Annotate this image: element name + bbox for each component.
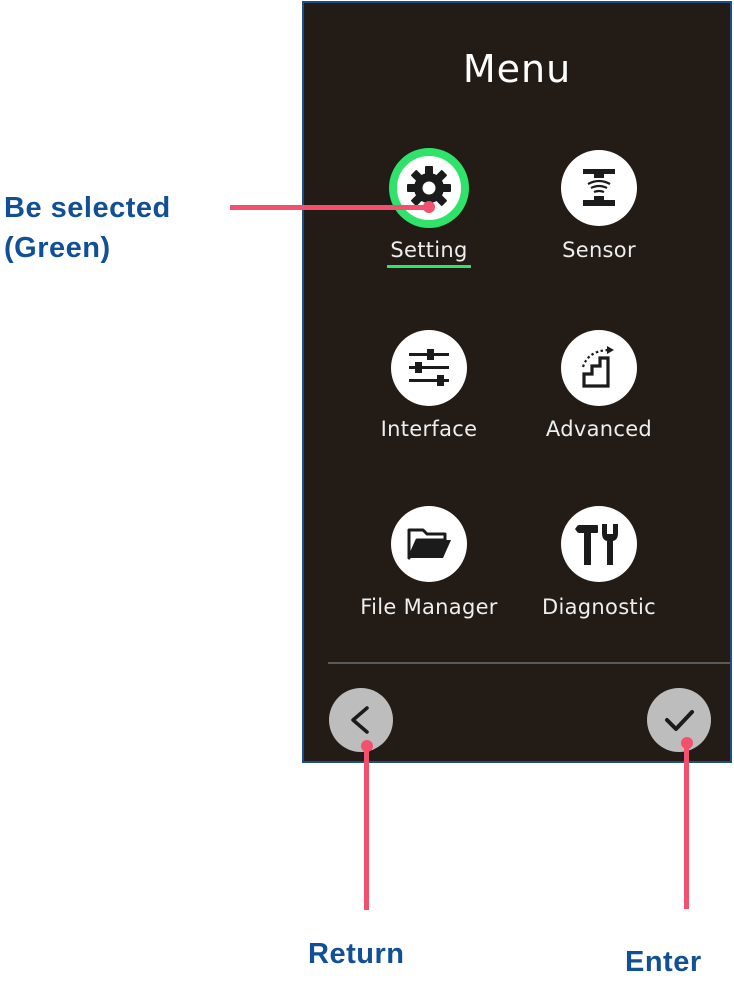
- menu-item-label-diagnostic: Diagnostic: [542, 595, 656, 619]
- advanced-icon-wrap: [556, 325, 642, 411]
- menu-item-advanced[interactable]: Advanced: [519, 325, 679, 455]
- menu-item-interface[interactable]: Interface: [349, 325, 509, 455]
- annotation-return: Return: [308, 938, 405, 970]
- menu-item-label-sensor: Sensor: [562, 238, 636, 262]
- chevron-left-icon: [351, 706, 369, 734]
- selection-ring: [389, 148, 469, 228]
- pointer-line-enter: [684, 741, 689, 909]
- menu-item-label-file-manager: File Manager: [360, 595, 498, 619]
- menu-item-label-setting: Setting: [390, 238, 468, 262]
- sensor-icon: [583, 169, 615, 206]
- sensor-icon-wrap: [556, 145, 642, 231]
- pointer-line-return: [364, 744, 369, 910]
- checkmark-icon: [665, 710, 694, 731]
- menu-item-diagnostic[interactable]: Diagnostic: [519, 501, 679, 631]
- menu-item-file-manager[interactable]: File Manager: [349, 501, 509, 631]
- pointer-dot-selected: [423, 201, 435, 213]
- diagnostic-icon-wrap: [556, 501, 642, 587]
- annotation-selected-line2: (Green): [4, 232, 111, 264]
- interface-icon-wrap: [386, 325, 472, 411]
- enter-button[interactable]: [647, 688, 711, 752]
- pointer-line-selected: [230, 205, 428, 210]
- divider: [328, 662, 730, 664]
- stairs-icon: [581, 346, 614, 388]
- menu-item-label-interface: Interface: [380, 417, 478, 441]
- annotation-selected-line1: Be selected: [4, 192, 171, 224]
- sliders-icon: [409, 349, 449, 386]
- device-screen: Menu Setting Sensor Interface Advanced F…: [302, 1, 732, 763]
- menu-title: Menu: [462, 47, 572, 91]
- menu-item-sensor[interactable]: Sensor: [519, 145, 679, 275]
- menu-item-label-advanced: Advanced: [545, 417, 653, 441]
- tools-icon: [575, 524, 618, 565]
- selected-underline: [387, 265, 471, 268]
- annotation-enter: Enter: [625, 946, 702, 978]
- file-manager-icon-wrap: [386, 501, 472, 587]
- setting-icon-wrap: [386, 145, 472, 231]
- folder-icon: [407, 528, 451, 560]
